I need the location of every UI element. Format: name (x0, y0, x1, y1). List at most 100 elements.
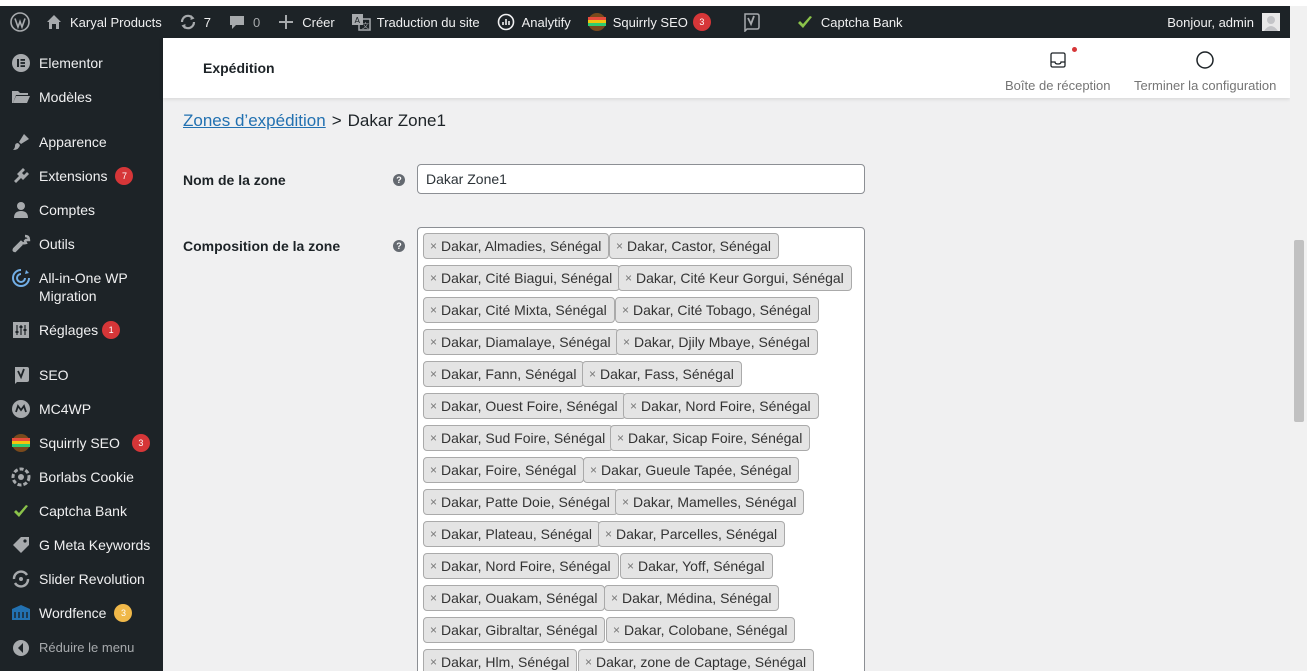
shipping-zones-link[interactable]: Zones d’expédition (183, 111, 326, 130)
region-chip-label: Dakar, Gueule Tapée, Sénégal (601, 462, 792, 478)
region-chip-label: Dakar, Cité Biagui, Sénégal (441, 270, 613, 286)
remove-region-icon[interactable]: × (430, 591, 437, 605)
sidebar-item-all-in-one-wp-migration[interactable]: All-in-One WP Migration (0, 268, 163, 305)
remove-region-icon[interactable]: × (613, 623, 620, 637)
remove-region-icon[interactable]: × (625, 271, 632, 285)
updates-count: 7 (203, 14, 211, 30)
remove-region-icon[interactable]: × (630, 399, 637, 413)
remove-region-icon[interactable]: × (430, 303, 437, 317)
sidebar-item-apparence[interactable]: Apparence (0, 132, 163, 152)
translate-site-link[interactable]: A文 Traduction du site (343, 6, 488, 38)
region-chip: × Dakar, Diamalaye, Sénégal (423, 329, 619, 355)
squirrly-seo-link[interactable]: Squirrly SEO 3 (579, 6, 719, 38)
remove-region-icon[interactable]: × (622, 495, 629, 509)
remove-region-icon[interactable]: × (627, 559, 634, 573)
comments-count: 0 (253, 14, 261, 30)
analytify-link[interactable]: Analytify (488, 6, 579, 38)
region-chip-label: Dakar, Djily Mbaye, Sénégal (634, 334, 810, 350)
sidebar-item-modeles[interactable]: Modèles (0, 87, 163, 107)
remove-region-icon[interactable]: × (589, 367, 596, 381)
region-chip: × Dakar, Sicap Foire, Sénégal (610, 425, 811, 451)
remove-region-icon[interactable]: × (430, 431, 437, 445)
tag-icon (11, 535, 31, 555)
zone-name-label: Nom de la zone (183, 172, 286, 188)
remove-region-icon[interactable]: × (430, 623, 437, 637)
sidebar-item-label: Squirrly SEO (39, 435, 120, 451)
updates-link[interactable]: 7 (170, 6, 219, 38)
remove-region-icon[interactable]: × (585, 655, 592, 669)
sidebar-item-slider-revolution[interactable]: Slider Revolution (0, 569, 163, 589)
squirrly-icon (11, 433, 31, 453)
sidebar-item-mc4wp[interactable]: MC4WP (0, 399, 163, 419)
remove-region-icon[interactable]: × (430, 655, 437, 669)
remove-region-icon[interactable]: × (430, 367, 437, 381)
zone-name-input[interactable] (417, 164, 865, 194)
region-chip: × Dakar, Ouakam, Sénégal (423, 585, 606, 611)
region-chip-label: Dakar, Cité Keur Gorgui, Sénégal (636, 270, 844, 286)
sidebar-item-borlabs-cookie[interactable]: Borlabs Cookie (0, 467, 163, 487)
remove-region-icon[interactable]: × (623, 335, 630, 349)
region-chip: × Dakar, Nord Foire, Sénégal (623, 393, 819, 419)
sidebar-item-label: Borlabs Cookie (39, 469, 134, 485)
sidebar-item-label: G Meta Keywords (39, 537, 151, 553)
sidebar-item-elementor[interactable]: Elementor (0, 53, 163, 73)
region-chip-label: Dakar, Ouest Foire, Sénégal (441, 398, 618, 414)
remove-region-icon[interactable]: × (617, 431, 624, 445)
sidebar-item-extensions[interactable]: Extensions 7 (0, 166, 163, 186)
sidebar-item-captcha-bank[interactable]: Captcha Bank (0, 501, 163, 521)
region-chip-label: Dakar, Nord Foire, Sénégal (641, 398, 811, 414)
inbox-label: Boîte de réception (1005, 78, 1111, 93)
sidebar-item-label: MC4WP (39, 401, 92, 417)
sidebar-item-label: All-in-One WP Migration (39, 270, 128, 304)
greeting-label: Bonjour, admin (1167, 14, 1254, 30)
zone-regions-help-icon[interactable]: ? (393, 240, 405, 252)
region-chip-label: Dakar, Hlm, Sénégal (441, 654, 570, 670)
remove-region-icon[interactable]: × (430, 399, 437, 413)
region-chip: × Dakar, Yoff, Sénégal (620, 553, 773, 579)
remove-region-icon[interactable]: × (590, 463, 597, 477)
remove-region-icon[interactable]: × (430, 495, 437, 509)
remove-region-icon[interactable]: × (430, 239, 437, 253)
captcha-bank-link[interactable]: Captcha Bank (773, 6, 911, 38)
wordpress-icon (10, 12, 30, 32)
page-title: Expédition (203, 60, 275, 76)
site-name-link[interactable]: Karyal Products (36, 6, 170, 38)
remove-region-icon[interactable]: × (430, 463, 437, 477)
remove-region-icon[interactable]: × (611, 591, 618, 605)
page-scrollbar[interactable] (1290, 6, 1307, 671)
finish-setup-button[interactable]: Terminer la configuration (1134, 50, 1276, 93)
wordpress-logo-button[interactable] (0, 6, 36, 38)
region-chip: × Dakar, Nord Foire, Sénégal (423, 553, 619, 579)
remove-region-icon[interactable]: × (616, 239, 623, 253)
remove-region-icon[interactable]: × (430, 527, 437, 541)
scrollbar-thumb[interactable] (1294, 240, 1304, 422)
sidebar-item-g-meta-keywords[interactable]: G Meta Keywords (0, 535, 163, 555)
region-chip: × Dakar, Patte Doie, Sénégal (423, 489, 618, 515)
breadcrumb: Zones d’expédition > Dakar Zone1 (183, 111, 446, 131)
zone-name-help-icon[interactable]: ? (393, 174, 405, 186)
my-account-link[interactable]: Bonjour, admin (1167, 13, 1290, 31)
new-content-link[interactable]: Créer (268, 6, 343, 38)
remove-region-icon[interactable]: × (430, 271, 437, 285)
remove-region-icon[interactable]: × (622, 303, 629, 317)
wrench-icon (11, 234, 31, 254)
sidebar-item-reglages[interactable]: Réglages 1 (0, 320, 163, 340)
revolution-icon (11, 569, 31, 589)
elementor-icon (11, 53, 31, 73)
zone-regions-select[interactable]: × Dakar, Almadies, Sénégal × Dakar, Castor… (417, 227, 865, 671)
remove-region-icon[interactable]: × (430, 559, 437, 573)
squirrly-seo-label: Squirrly SEO (612, 14, 688, 30)
inbox-button[interactable]: Boîte de réception (1005, 47, 1111, 93)
sidebar-item-seo[interactable]: SEO (0, 365, 163, 385)
remove-region-icon[interactable]: × (430, 335, 437, 349)
remove-region-icon[interactable]: × (605, 527, 612, 541)
region-chip: × Dakar, Djily Mbaye, Sénégal (616, 329, 818, 355)
sidebar-item-comptes[interactable]: Comptes (0, 200, 163, 220)
collapse-menu-button[interactable]: Réduire le menu (0, 638, 163, 658)
sidebar-item-wordfence[interactable]: Wordfence 3 (0, 603, 163, 623)
sidebar-item-outils[interactable]: Outils (0, 234, 163, 254)
yoast-seo-link[interactable] (719, 6, 773, 38)
sidebar-item-squirrly-seo[interactable]: Squirrly SEO 3 (0, 433, 163, 453)
comments-link[interactable]: 0 (219, 6, 268, 38)
region-chip-label: Dakar, Gibraltar, Sénégal (441, 622, 598, 638)
